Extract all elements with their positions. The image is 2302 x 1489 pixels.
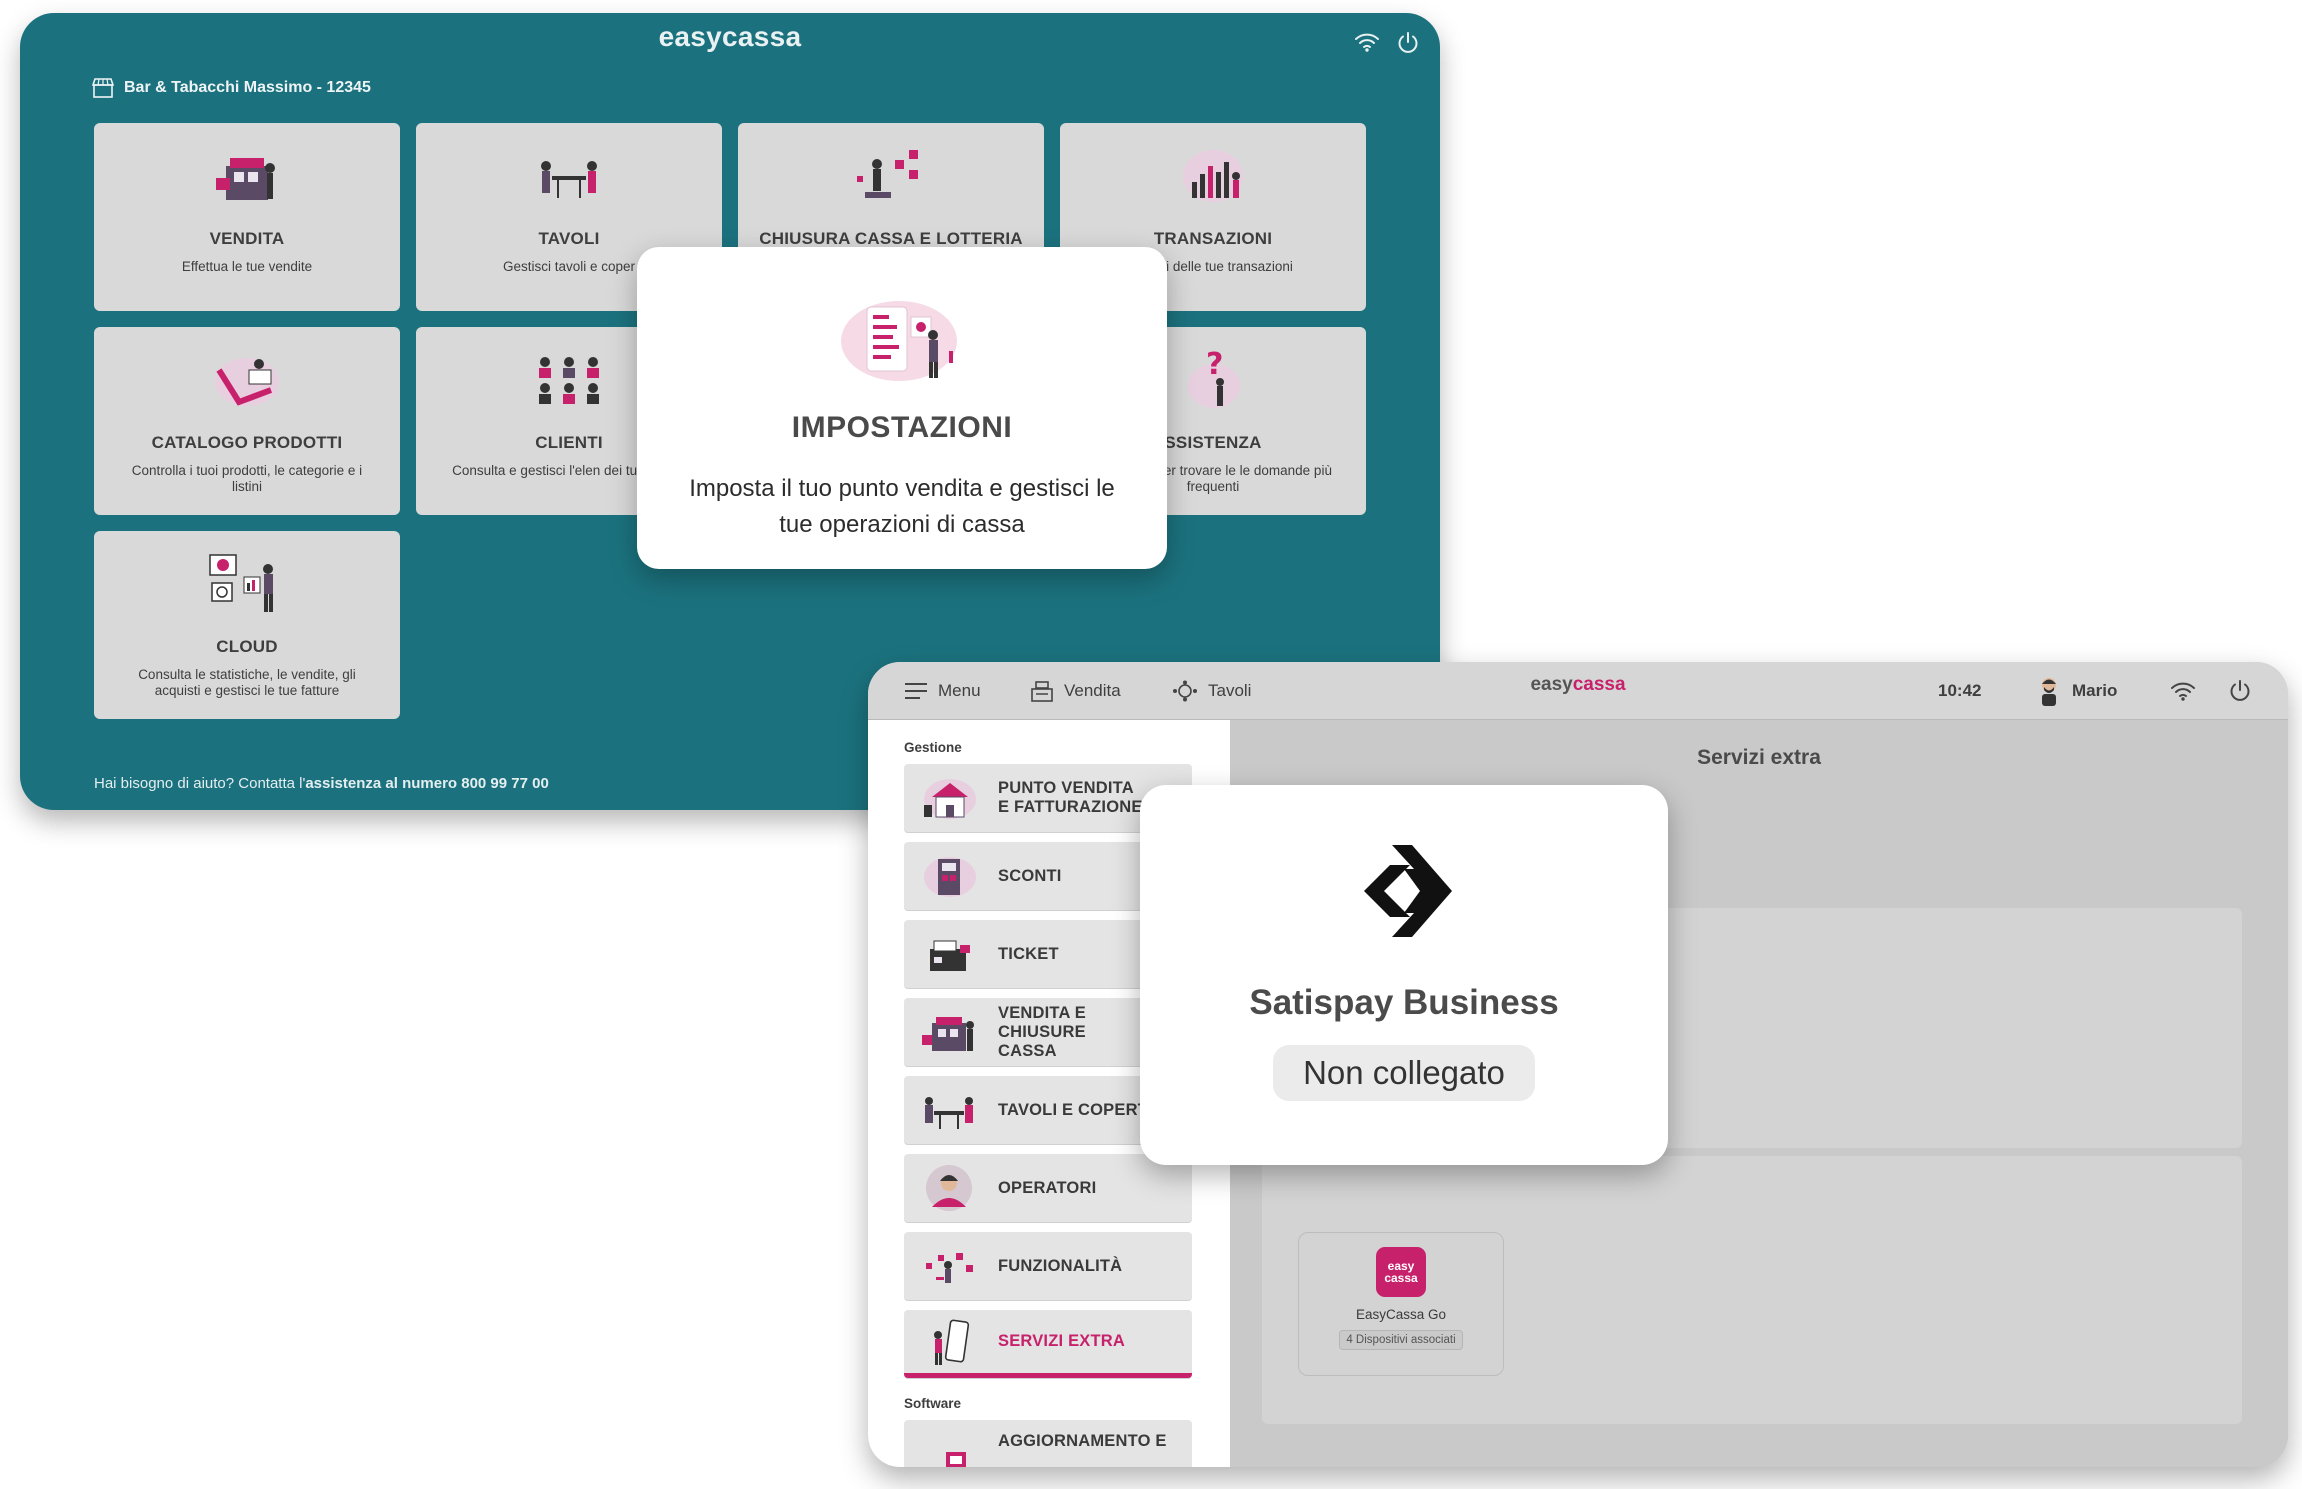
- update-illustration-icon: [946, 1452, 966, 1467]
- easycassa-app-logo: easy cassa: [1376, 1247, 1426, 1297]
- wifi-status: [2170, 662, 2196, 720]
- tile-title: CATALOGO PRODOTTI: [151, 433, 343, 452]
- device-count-badge: 4 Dispositivi associati: [1339, 1330, 1463, 1350]
- discount-illustration-icon: [924, 857, 976, 897]
- tile-cloud[interactable]: CLOUD Consulta le statistiche, le vendit…: [94, 531, 400, 719]
- store-name: Bar & Tabacchi Massimo - 12345: [124, 79, 371, 96]
- power-button[interactable]: [2228, 662, 2252, 720]
- popup-title: IMPOSTAZIONI: [791, 411, 1013, 444]
- extra-services-illustration-icon: [934, 1319, 970, 1365]
- wifi-icon: [2171, 682, 2195, 701]
- page-title: Servizi extra: [1697, 746, 1821, 769]
- sidebar-item-servizi-extra[interactable]: SERVIZI EXTRA: [904, 1310, 1192, 1378]
- tile-title: TAVOLI: [538, 229, 600, 248]
- tables-illustration-icon: [925, 1097, 973, 1129]
- cloud-stats-illustration-icon: [209, 554, 273, 612]
- catalog-illustration-icon: [215, 358, 279, 406]
- transactions-chart-illustration-icon: [1183, 150, 1243, 202]
- help-phone-link[interactable]: assistenza al numero 800 99 77 00: [305, 775, 548, 792]
- tile-desc: Controlla i tuoi prodotti, le categorie …: [131, 463, 363, 494]
- user-avatar-icon: [2042, 678, 2056, 706]
- device-card-easycassa-go[interactable]: easy cassa EasyCassa Go 4 Dispositivi as…: [1298, 1232, 1504, 1376]
- help-question-illustration-icon: ?: [1188, 348, 1240, 408]
- cash-register-illustration-icon: [922, 1017, 974, 1051]
- store-info: Bar & Tabacchi Massimo - 12345: [92, 78, 371, 98]
- sidebar-item-funzionalita[interactable]: FUNZIONALITÀ: [904, 1232, 1192, 1300]
- tile-title: VENDITA: [209, 229, 285, 248]
- satispay-popup[interactable]: Satispay Business Non collegato: [1140, 785, 1668, 1165]
- customers-illustration-icon: [539, 357, 599, 404]
- tables-illustration-icon: [541, 161, 597, 198]
- satispay-logo-icon: [1364, 845, 1452, 937]
- sidebar-item-operatori[interactable]: OPERATORI: [904, 1154, 1192, 1222]
- store-illustration-icon: [924, 779, 976, 819]
- tile-desc: Effettua le tue vendite: [181, 259, 313, 274]
- top-bar: Menu Vendita Tavoli easycassa 10:42 Mari…: [868, 662, 2288, 720]
- app-logo: easycassa: [658, 21, 802, 52]
- tile-title: TRANSAZIONI: [1153, 229, 1273, 248]
- store-icon: [92, 78, 114, 98]
- tile-vendita[interactable]: VENDITA Effettua le tue vendite: [94, 123, 400, 311]
- operator-avatar-illustration-icon: [926, 1165, 972, 1211]
- power-icon[interactable]: [1396, 31, 1420, 55]
- tile-title: CHIUSURA CASSA E LOTTERIA: [759, 229, 1023, 248]
- ticket-illustration-icon: [930, 940, 970, 971]
- impostazioni-popup[interactable]: IMPOSTAZIONI Imposta il tuo punto vendit…: [637, 247, 1167, 569]
- section-gestione-label: Gestione: [904, 740, 962, 755]
- help-contact-line: Hai bisogno di aiuto? Contatta l'assiste…: [94, 775, 549, 792]
- svg-text:?: ?: [1206, 348, 1223, 382]
- section-software-label: Software: [904, 1396, 962, 1411]
- service-title: Satispay Business: [1249, 983, 1559, 1022]
- tile-title: CLOUD: [216, 637, 278, 656]
- device-name: EasyCassa Go: [1355, 1307, 1447, 1322]
- closing-illustration-icon: [857, 150, 918, 198]
- user-menu[interactable]: Mario: [2036, 662, 2117, 720]
- sidebar-item-aggiornamento[interactable]: AGGIORNAMENTO E: [904, 1420, 1192, 1467]
- cash-register-illustration-icon: [216, 158, 275, 200]
- tile-catalogo-prodotti[interactable]: CATALOGO PRODOTTI Controlla i tuoi prodo…: [94, 327, 400, 515]
- popup-description: Imposta il tuo punto vendita e gestisci …: [689, 475, 1115, 538]
- tile-desc: Consulta le statistiche, le vendite, gli…: [138, 667, 356, 698]
- features-illustration-icon: [926, 1253, 973, 1283]
- power-icon: [2230, 680, 2250, 701]
- connection-status-badge: Non collegato: [1273, 1045, 1535, 1101]
- settings-illustration-icon: [841, 301, 957, 381]
- wifi-icon: [1355, 33, 1379, 52]
- clock: 10:42: [1938, 681, 1982, 700]
